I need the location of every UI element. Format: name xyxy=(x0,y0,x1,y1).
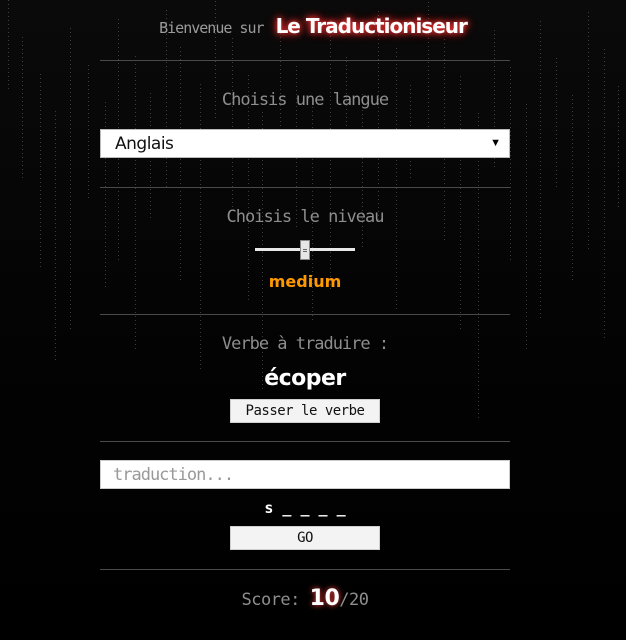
go-button[interactable]: GO xyxy=(230,526,380,550)
level-slider[interactable] xyxy=(255,238,355,262)
skip-verb-button[interactable]: Passer le verbe xyxy=(230,399,380,423)
translation-input[interactable] xyxy=(100,460,510,489)
verb-to-translate: écoper xyxy=(264,366,346,391)
level-value: medium xyxy=(268,272,342,291)
verb-label: Verbe à traduire : xyxy=(221,334,389,354)
divider xyxy=(100,441,510,442)
score-current: 10 xyxy=(309,586,340,611)
brand-name: Le Traductioniseur xyxy=(275,14,468,38)
app-container: Bienvenue sur Le Traductioniseur Choisis… xyxy=(0,0,626,640)
page-title: Bienvenue sur Le Traductioniseur xyxy=(0,14,626,38)
divider xyxy=(100,314,510,315)
language-label: Choisis une langue xyxy=(221,90,389,110)
divider xyxy=(100,60,510,61)
level-label: Choisis le niveau xyxy=(226,207,385,227)
divider xyxy=(100,187,510,188)
title-prefix: Bienvenue sur xyxy=(159,19,264,37)
answer-hint: s _ _ _ _ xyxy=(264,499,346,517)
page: Bienvenue sur Le Traductioniseur Choisis… xyxy=(0,0,626,640)
language-select[interactable]: Anglais ▼ xyxy=(100,129,510,158)
score-total: 20 xyxy=(349,590,369,610)
score-separator: / xyxy=(339,590,350,610)
dropdown-arrow-icon: ▼ xyxy=(490,137,501,149)
slider-thumb[interactable] xyxy=(300,240,310,260)
language-selected-value: Anglais xyxy=(115,134,174,154)
score-label: Score: xyxy=(241,590,300,610)
divider xyxy=(100,569,510,570)
score-display: Score: 10/20 xyxy=(100,586,510,611)
